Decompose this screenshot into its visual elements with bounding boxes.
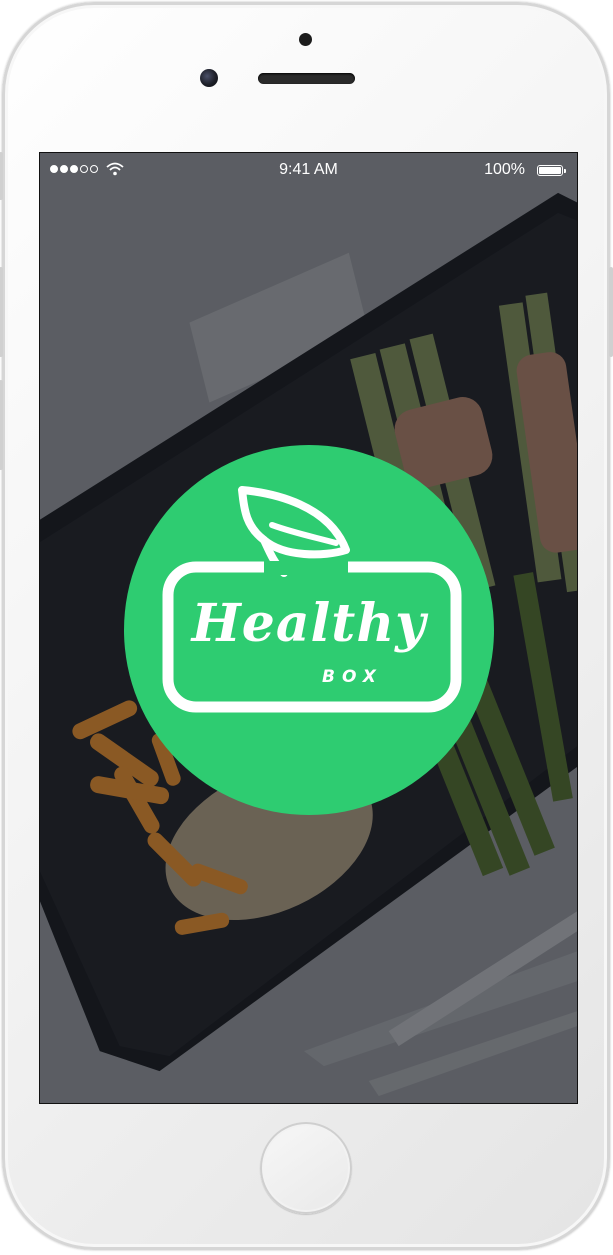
status-bar: 9:41 AM 100%	[40, 153, 577, 189]
healthy-box-logo: Healthy BOX	[124, 445, 494, 815]
proximity-sensor	[299, 33, 312, 46]
earpiece-speaker	[258, 73, 355, 84]
mute-switch	[0, 152, 3, 200]
volume-down-button	[0, 380, 3, 470]
phone-frame: 9:41 AM 100% Healthy BOX	[0, 2, 613, 1250]
power-button	[609, 267, 613, 357]
volume-up-button	[0, 267, 3, 357]
battery-icon	[537, 165, 566, 176]
battery-percent: 100%	[484, 161, 525, 178]
home-button[interactable]	[260, 1122, 352, 1214]
front-camera	[200, 69, 218, 87]
logo-subtitle: BOX	[322, 667, 383, 687]
app-screen: 9:41 AM 100% Healthy BOX	[39, 152, 578, 1104]
logo-wordmark: Healthy	[191, 593, 427, 654]
